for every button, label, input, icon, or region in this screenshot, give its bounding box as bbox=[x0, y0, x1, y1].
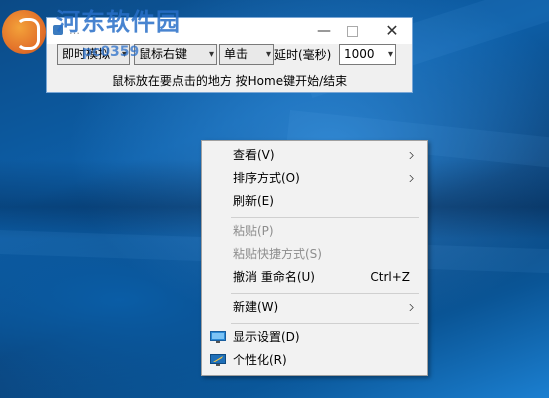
menu-item-sort-by[interactable]: 排序方式(O) bbox=[204, 167, 425, 190]
chevron-down-icon: ▾ bbox=[387, 49, 393, 60]
menu-item-label: 粘贴(P) bbox=[233, 224, 274, 238]
menu-item-display-settings[interactable]: 显示设置(D) bbox=[204, 326, 425, 349]
menu-item-view[interactable]: 查看(V) bbox=[204, 144, 425, 167]
maximize-icon bbox=[346, 25, 358, 37]
menu-item-refresh[interactable]: 刷新(E) bbox=[204, 190, 425, 213]
menu-item-paste: 粘贴(P) bbox=[204, 220, 425, 243]
delay-label: 延时(毫秒) bbox=[274, 48, 332, 62]
menu-item-new[interactable]: 新建(W) bbox=[204, 296, 425, 319]
chevron-down-icon: ▾ bbox=[265, 49, 271, 60]
menu-item-label: 排序方式(O) bbox=[233, 171, 300, 185]
menu-item-paste-shortcut: 粘贴快捷方式(S) bbox=[204, 243, 425, 266]
menu-item-shortcut: Ctrl+Z bbox=[370, 270, 410, 284]
menu-item-label: 粘贴快捷方式(S) bbox=[233, 247, 322, 261]
menu-item-label: 刷新(E) bbox=[233, 194, 274, 208]
menu-item-label: 显示设置(D) bbox=[233, 330, 300, 344]
chevron-right-icon bbox=[409, 152, 414, 159]
delay-dropdown[interactable]: 1000 ▾ bbox=[339, 44, 396, 65]
delay-value: 1000 bbox=[344, 47, 375, 61]
maximize-button[interactable] bbox=[337, 18, 367, 44]
close-button[interactable]: ✕ bbox=[377, 18, 407, 44]
display-settings-icon bbox=[210, 331, 226, 343]
watermark-logo-icon bbox=[2, 10, 46, 54]
menu-separator bbox=[231, 217, 419, 218]
watermark-title: 河东软件园 bbox=[56, 8, 181, 36]
personalize-icon bbox=[210, 354, 226, 366]
watermark: 河东软件园 pc0359 bbox=[2, 4, 262, 64]
menu-separator bbox=[231, 323, 419, 324]
menu-separator bbox=[231, 293, 419, 294]
chevron-right-icon bbox=[409, 304, 414, 311]
menu-item-label: 新建(W) bbox=[233, 300, 279, 314]
menu-item-label: 撤消 重命名(U) bbox=[233, 270, 315, 284]
usage-hint: 鼠标放在要点击的地方 按Home键开始/结束 bbox=[111, 74, 348, 88]
menu-item-personalize[interactable]: 个性化(R) bbox=[204, 349, 425, 372]
watermark-url: pc0359 bbox=[82, 44, 140, 60]
minimize-button[interactable]: — bbox=[309, 18, 339, 44]
menu-item-label: 个性化(R) bbox=[233, 353, 287, 367]
menu-item-undo-rename[interactable]: 撤消 重命名(U) Ctrl+Z bbox=[204, 266, 425, 289]
chevron-right-icon bbox=[409, 175, 414, 182]
menu-item-label: 查看(V) bbox=[233, 148, 275, 162]
desktop-context-menu: 查看(V) 排序方式(O) 刷新(E) 粘贴(P) 粘贴快捷方式(S) 撤消 重… bbox=[201, 140, 428, 376]
